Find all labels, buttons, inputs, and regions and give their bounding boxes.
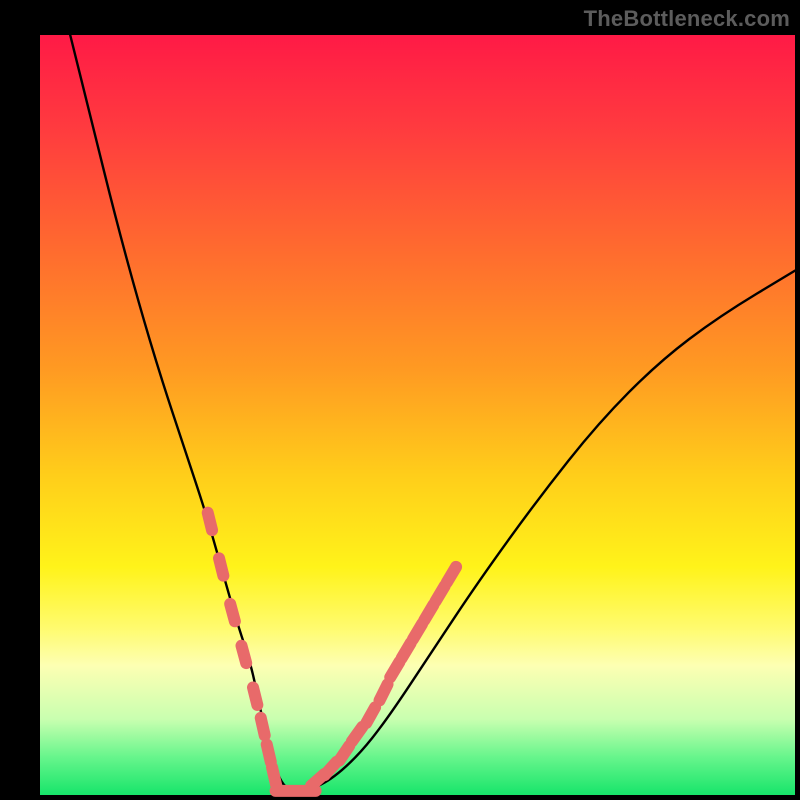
watermark-text: TheBottleneck.com (584, 6, 790, 32)
dash-marker (380, 684, 388, 700)
chart-stage: TheBottleneck.com (0, 0, 800, 800)
dash-marker (219, 558, 223, 575)
dash-marker (352, 727, 362, 742)
dash-marker (339, 746, 349, 761)
dash-marker (402, 643, 411, 658)
dash-marker (261, 718, 265, 736)
dash-marker (366, 707, 375, 723)
dash-marker (447, 567, 456, 582)
gradient-area (40, 35, 795, 795)
dash-marker (253, 687, 257, 704)
dash-marker (208, 513, 212, 530)
dash-marker (230, 604, 235, 621)
dash-marker (436, 586, 445, 601)
dash-marker (413, 624, 422, 639)
dash-marker (242, 646, 247, 663)
bottleneck-chart (0, 0, 800, 800)
dash-marker (424, 605, 433, 620)
dash-marker (390, 662, 399, 677)
dash-marker (272, 767, 276, 785)
dash-marker (267, 744, 271, 762)
